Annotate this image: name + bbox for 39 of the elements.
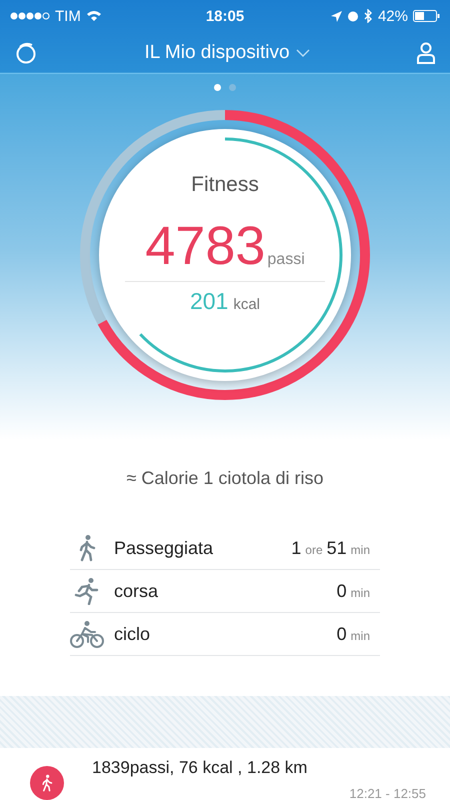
signal-icon [10,12,50,20]
page-dot[interactable] [229,84,236,91]
duration-value: 0 [336,624,347,644]
steps-count: 4783 [145,215,266,277]
cyclist-icon [70,620,104,648]
page-dot[interactable] [214,84,221,91]
clock-time: 18:05 [206,8,244,24]
activity-row[interactable]: corsa 0 min [70,570,380,613]
walking-person-icon [40,773,54,793]
carrier-name: TIM [55,8,81,24]
profile-button[interactable] [416,42,436,64]
steps-unit: passi [267,251,305,269]
duration-unit: min [350,628,370,642]
wifi-icon [86,10,102,22]
record-summary: 1839passi, 76 kcal , 1.28 km [92,758,308,778]
activity-name: corsa [114,580,160,602]
ring-title: Fitness [191,173,259,197]
activity-row[interactable]: ciclo 0 min [70,613,380,656]
activity-name: Passeggiata [114,538,214,558]
sync-button[interactable] [14,40,38,64]
running-person-icon [73,577,101,605]
record-time: 12:21 - 12:55 [349,786,426,800]
device-dropdown[interactable]: IL Mio dispositivo [144,42,310,64]
activity-row[interactable]: Passeggiata 1 ore 51 min [70,527,380,570]
duration-value: 0 [336,580,347,602]
bluetooth-icon [364,9,373,23]
caret-icon [296,48,310,56]
activity-name: ciclo [114,624,152,644]
duration-unit: min [350,542,370,556]
location-arrow-icon [330,10,342,22]
battery-percent: 42% [378,8,408,24]
calorie-note: ≈ Calorie 1 ciotola di riso [126,468,324,489]
duration-unit: ore [305,542,323,556]
duration-unit: min [350,586,370,600]
calories-unit: kcal [233,296,260,313]
duration-value: 51 [326,538,347,558]
calories-count: 201 [190,288,228,315]
duration-value: 1 [291,538,302,558]
battery-icon [413,10,440,22]
